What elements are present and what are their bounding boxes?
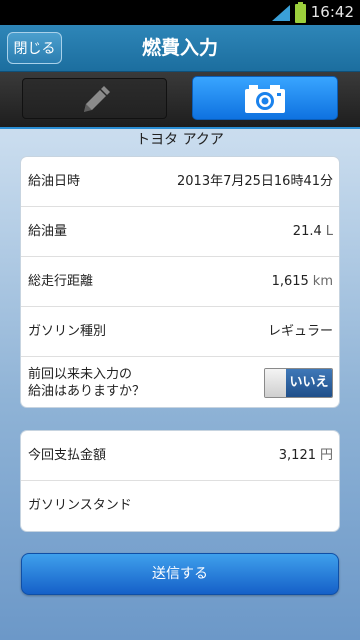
fuel-amount-label: 給油量	[28, 224, 68, 239]
title-bar: 閉じる 燃費入力	[0, 25, 360, 72]
tab-manual-entry[interactable]	[22, 78, 167, 119]
gas-station-row[interactable]: ガソリンスタンド	[21, 481, 339, 531]
odometer-value: 1,615	[271, 274, 309, 289]
fuel-date-value: 2013年7月25日16時41分	[177, 174, 333, 189]
car-name: トヨタ アクア	[136, 132, 224, 148]
gas-station-label: ガソリンスタンド	[28, 498, 132, 513]
fuel-type-label: ガソリン種別	[28, 324, 107, 339]
clock: 16:42	[310, 3, 354, 21]
camera-icon	[245, 85, 285, 113]
odometer-unit: km	[312, 274, 333, 289]
payment-amount-row[interactable]: 今回支払金額 3,121 円	[21, 431, 339, 481]
payment-amount-unit: 円	[319, 448, 333, 463]
fuel-info-card: 給油日時 2013年7月25日16時41分 給油量 21.4 L 総走行距離 1,…	[21, 157, 339, 407]
unentered-refuel-toggle[interactable]: いいえ	[264, 368, 333, 398]
battery-icon	[295, 2, 306, 23]
odometer-label: 総走行距離	[28, 274, 94, 289]
pencil-icon	[83, 85, 110, 112]
fuel-amount-row[interactable]: 給油量 21.4 L	[21, 207, 339, 257]
fuel-type-value: レギュラー	[267, 324, 333, 339]
unentered-refuel-row: 前回以来未入力の 給油はありますか？ いいえ	[21, 357, 339, 407]
signal-icon	[272, 5, 290, 21]
page-title: 燃費入力	[141, 37, 218, 59]
payment-card: 今回支払金額 3,121 円 ガソリンスタンド	[21, 431, 339, 531]
submit-button[interactable]: 送信する	[21, 553, 339, 595]
fuel-date-row[interactable]: 給油日時 2013年7月25日16時41分	[21, 157, 339, 207]
fuel-amount-unit: L	[325, 224, 333, 239]
unentered-refuel-label: 前回以来未入力の 給油はありますか？	[28, 367, 146, 399]
status-bar: 16:42	[0, 0, 360, 25]
fuel-amount-value: 21.4	[292, 224, 322, 239]
payment-amount-label: 今回支払金額	[28, 448, 107, 463]
input-mode-tabs	[0, 72, 360, 129]
fuel-date-label: 給油日時	[28, 174, 81, 189]
payment-amount-value: 3,121	[278, 448, 316, 463]
tab-camera[interactable]	[192, 76, 338, 120]
fuel-type-row[interactable]: ガソリン種別 レギュラー	[21, 307, 339, 357]
toggle-no-label: いいえ	[286, 369, 332, 397]
odometer-row[interactable]: 総走行距離 1,615 km	[21, 257, 339, 307]
